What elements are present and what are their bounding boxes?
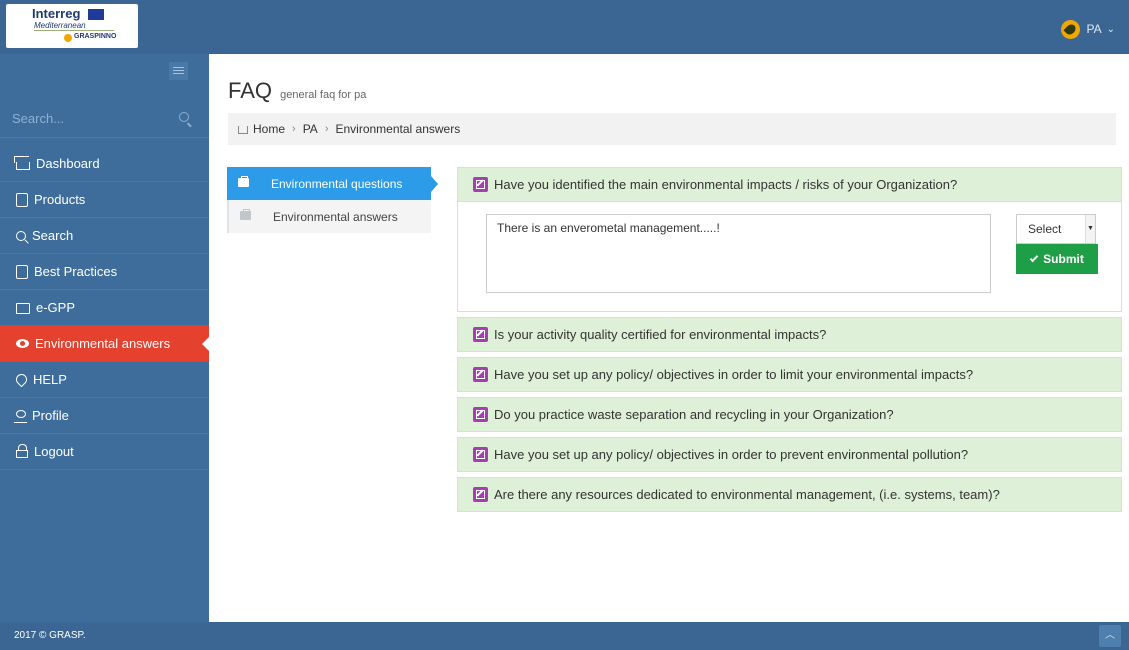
menu-toggle-icon[interactable] (169, 62, 188, 80)
sidebar-item-label: Profile (32, 408, 69, 423)
dropdown-arrow-icon: ▼ (1085, 215, 1095, 243)
sidebar-item-label: e-GPP (36, 300, 76, 315)
scroll-top-icon[interactable]: ︿ (1099, 625, 1121, 647)
document-icon (16, 192, 28, 207)
folder-icon (16, 303, 30, 314)
user-icon (14, 409, 27, 423)
sidebar-item-best-practices[interactable]: Best Practices (0, 254, 209, 290)
sidebar-item-label: Products (34, 192, 86, 207)
faq-question-text: Do you practice waste separation and rec… (494, 407, 894, 422)
copyright-text: 2017 © GRASP. (14, 630, 86, 641)
sidebar-item-logout[interactable]: Logout (0, 434, 209, 470)
pin-icon (13, 371, 30, 388)
submit-label: Submit (1043, 252, 1084, 266)
search-icon (16, 230, 26, 241)
breadcrumb-pa[interactable]: PA (303, 122, 318, 136)
breadcrumb-separator: › (292, 123, 296, 135)
logo-text: Interreg (32, 6, 81, 21)
graspinno-leaf-icon (64, 34, 72, 42)
top-bar: Interreg Mediterranean GRASPINNO PA ⌄ (0, 0, 1129, 54)
page-title-text: FAQ (228, 78, 273, 103)
user-label: PA (1086, 22, 1102, 36)
answer-select[interactable]: Select ▼ (1016, 214, 1096, 244)
sidebar-item-label: Best Practices (34, 264, 118, 279)
briefcase-icon (238, 176, 249, 187)
breadcrumb-home[interactable]: Home (253, 122, 285, 136)
sidebar-nav: Dashboard Products Search Best Practices… (0, 146, 210, 470)
footer: 2017 © GRASP. ︿ (0, 622, 1129, 650)
tab-environmental-answers[interactable]: Environmental answers (227, 200, 431, 233)
house-icon (16, 162, 30, 170)
sidebar-item-label: Search (32, 228, 74, 243)
page-subtitle: general faq for pa (280, 89, 367, 101)
faq-question[interactable]: Do you practice waste separation and rec… (457, 397, 1122, 432)
sidebar-item-e-gpp[interactable]: e-GPP (0, 290, 209, 326)
edit-icon (473, 487, 488, 502)
eu-flag-icon (88, 9, 104, 20)
sidebar-item-label: HELP (33, 372, 67, 387)
edit-icon (473, 177, 488, 192)
faq-question-text: Have you set up any policy/ objectives i… (494, 447, 969, 462)
breadcrumb-current: Environmental answers (335, 122, 461, 136)
faq-question-text: Is your activity quality certified for e… (494, 327, 827, 342)
edit-icon (473, 327, 488, 342)
check-icon (1029, 253, 1039, 262)
logo-project: GRASPINNO (74, 33, 117, 40)
faq-question[interactable]: Have you set up any policy/ objectives i… (457, 357, 1122, 392)
eye-icon (16, 339, 29, 348)
sidebar-search (0, 98, 209, 138)
logo-divider (34, 30, 114, 31)
faq-question[interactable]: Are there any resources dedicated to env… (457, 477, 1122, 512)
faq-question[interactable]: Have you set up any policy/ objectives i… (457, 437, 1122, 472)
faq-accordion: Have you identified the main environment… (457, 167, 1122, 517)
user-menu[interactable]: PA ⌄ (1061, 18, 1115, 40)
faq-question-text: Are there any resources dedicated to env… (494, 487, 1000, 502)
faq-question[interactable]: Have you identified the main environment… (457, 167, 1122, 202)
faq-question-text: Have you identified the main environment… (494, 177, 958, 192)
sidebar-item-products[interactable]: Products (0, 182, 209, 218)
edit-icon (473, 367, 488, 382)
lock-icon (16, 444, 28, 458)
logo-subtext: Mediterranean (34, 21, 86, 30)
user-avatar-icon (1061, 19, 1081, 39)
answer-panel: Select ▼ Submit (457, 202, 1122, 312)
submit-button[interactable]: Submit (1016, 244, 1098, 274)
faq-question[interactable]: Is your activity quality certified for e… (457, 317, 1122, 352)
answer-textarea[interactable] (486, 214, 991, 293)
sidebar-item-profile[interactable]: Profile (0, 398, 209, 434)
answer-select-value: Select (1028, 222, 1062, 236)
briefcase-icon (240, 209, 251, 220)
sidebar-item-search[interactable]: Search (0, 218, 209, 254)
sidebar-item-dashboard[interactable]: Dashboard (0, 146, 209, 182)
breadcrumb-separator: › (324, 123, 329, 135)
sidebar-item-label: Environmental answers (35, 336, 171, 351)
search-icon[interactable] (179, 112, 189, 122)
chevron-down-icon: ⌄ (1106, 23, 1115, 35)
faq-question-text: Have you set up any policy/ objectives i… (494, 367, 974, 382)
sidebar-item-environmental-answers[interactable]: Environmental answers (0, 326, 210, 362)
interreg-logo[interactable]: Interreg Mediterranean GRASPINNO (6, 4, 138, 48)
sidebar-item-label: Dashboard (36, 156, 100, 171)
vertical-tabs: Environmental questions Environmental an… (227, 167, 438, 233)
sidebar-item-help[interactable]: HELP (0, 362, 209, 398)
page-title: FAQ general faq for pa (228, 78, 366, 104)
tab-label: Environmental questions (271, 176, 403, 191)
tab-label: Environmental answers (273, 209, 398, 224)
sidebar: Dashboard Products Search Best Practices… (0, 54, 210, 622)
edit-icon (473, 407, 488, 422)
sidebar-item-label: Logout (34, 444, 74, 459)
home-icon (238, 126, 248, 134)
document-icon (16, 264, 28, 279)
search-input[interactable] (12, 107, 162, 129)
edit-icon (473, 447, 488, 462)
tab-environmental-questions[interactable]: Environmental questions (227, 167, 438, 200)
breadcrumb: Home › PA › Environmental answers (228, 113, 1116, 145)
